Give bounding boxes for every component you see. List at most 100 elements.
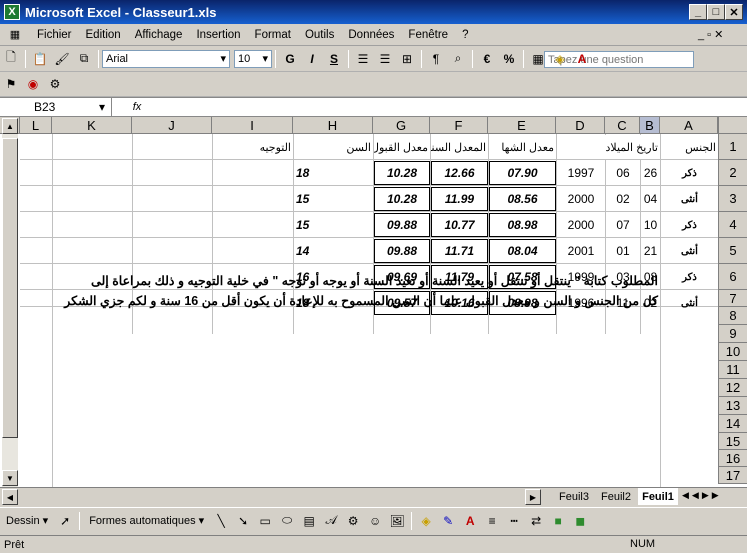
paste-icon[interactable]: 📋: [29, 49, 51, 69]
column-header-g[interactable]: G: [373, 117, 430, 134]
autoshapes-menu[interactable]: Formes automatiques ▾: [83, 514, 210, 527]
row-header-8[interactable]: 8: [718, 307, 747, 325]
menu-format[interactable]: Format: [248, 29, 298, 41]
tab-feuil2[interactable]: Feuil2: [596, 488, 636, 505]
dessin-menu[interactable]: Dessin ▾: [0, 514, 54, 527]
row-header-12[interactable]: 12: [718, 379, 747, 397]
font-size-select[interactable]: 10 ▾: [234, 49, 272, 68]
select-all-corner-right[interactable]: [718, 117, 747, 134]
row-header-10[interactable]: 10: [718, 343, 747, 361]
workbook-icon[interactable]: ▦: [0, 28, 30, 41]
menu-outils[interactable]: Outils: [298, 29, 341, 41]
picture-icon[interactable]: 🖼: [386, 511, 408, 531]
record-icon[interactable]: ◉: [22, 74, 44, 94]
font-color-icon[interactable]: A: [571, 49, 593, 69]
copy-icon[interactable]: ⧉: [73, 49, 95, 69]
column-header-e[interactable]: E: [488, 117, 556, 134]
doc-close-icons[interactable]: _ ▫ ✕: [698, 28, 723, 41]
column-header-b[interactable]: B: [640, 117, 660, 134]
rtl-icon[interactable]: ¶: [425, 49, 447, 69]
italic-button[interactable]: I: [301, 49, 323, 69]
line-icon[interactable]: ╲: [210, 511, 232, 531]
scroll-up-icon[interactable]: ▲: [2, 118, 18, 134]
format-painter-icon[interactable]: 🖌: [51, 49, 73, 69]
fx-icon[interactable]: fx: [112, 101, 162, 113]
column-header-d[interactable]: D: [556, 117, 605, 134]
row-header-14[interactable]: 14: [718, 415, 747, 433]
row-header-15[interactable]: 15: [718, 433, 747, 450]
dash-style-icon[interactable]: ┅: [503, 511, 525, 531]
menu-fenetre[interactable]: Fenêtre: [401, 29, 455, 41]
close-button[interactable]: ✕: [725, 4, 743, 20]
menu-edition[interactable]: Edition: [79, 29, 128, 41]
line-color-icon[interactable]: ✎: [437, 511, 459, 531]
row-header-13[interactable]: 13: [718, 397, 747, 415]
textbox-icon[interactable]: ▤: [298, 511, 320, 531]
name-box[interactable]: B23 ▾: [0, 98, 112, 116]
column-header-j[interactable]: J: [132, 117, 212, 134]
row-header-5[interactable]: 5: [718, 238, 747, 264]
row-header-2[interactable]: 2: [718, 160, 747, 186]
column-header-c[interactable]: C: [605, 117, 640, 134]
fill-color-icon-2[interactable]: ◈: [415, 511, 437, 531]
menu-donnees[interactable]: Données: [341, 29, 401, 41]
minimize-button[interactable]: _: [689, 4, 707, 20]
percent-button[interactable]: %: [498, 49, 520, 69]
menu-fichier[interactable]: Fichier: [30, 29, 79, 41]
row-header-1[interactable]: 1: [718, 134, 747, 160]
menu-insertion[interactable]: Insertion: [189, 29, 247, 41]
currency-button[interactable]: €: [476, 49, 498, 69]
font-color-icon-2[interactable]: A: [459, 511, 481, 531]
menu-affichage[interactable]: Affichage: [128, 29, 190, 41]
line-style-icon[interactable]: ≡: [481, 511, 503, 531]
underline-button[interactable]: S: [323, 49, 345, 69]
row-header-11[interactable]: 11: [718, 361, 747, 379]
tab-feuil3[interactable]: Feuil3: [554, 488, 594, 505]
new-icon[interactable]: 🗋: [0, 49, 22, 69]
column-header-i[interactable]: I: [212, 117, 293, 134]
hscroll-right-icon[interactable]: ▶: [525, 489, 541, 505]
hscroll-left-icon[interactable]: ◀: [2, 489, 18, 505]
vertical-scrollbar[interactable]: ▲ ▼: [2, 118, 18, 488]
select-pointer-icon[interactable]: ➚: [54, 511, 76, 531]
arrow-icon[interactable]: ➘: [232, 511, 254, 531]
arrow-style-icon[interactable]: ⇄: [525, 511, 547, 531]
3d-icon[interactable]: ◼: [569, 511, 591, 531]
scroll-thumb[interactable]: [2, 138, 18, 438]
scroll-down-icon[interactable]: ▼: [2, 470, 18, 486]
align-right-icon[interactable]: ☰: [352, 49, 374, 69]
shadow-icon[interactable]: ■: [547, 511, 569, 531]
tab-nav-icons[interactable]: ◀◀▶▶: [682, 490, 722, 501]
rectangle-icon[interactable]: ▭: [254, 511, 276, 531]
clipart-icon[interactable]: ☺: [364, 511, 386, 531]
diagram-icon[interactable]: ⚙: [342, 511, 364, 531]
merge-center-icon[interactable]: ⊞: [396, 49, 418, 69]
maximize-button[interactable]: □: [707, 4, 725, 20]
row-header-4[interactable]: 4: [718, 212, 747, 238]
fill-color-icon[interactable]: ◈: [549, 49, 571, 69]
cell-day: 21: [643, 244, 658, 258]
borders-icon[interactable]: ▦: [527, 49, 549, 69]
row-header-7[interactable]: 7: [718, 290, 747, 307]
menu-help[interactable]: ?: [455, 29, 475, 41]
find-icon[interactable]: ⌕: [447, 49, 469, 69]
column-header-h[interactable]: H: [293, 117, 373, 134]
wordart-icon[interactable]: 𝒜: [320, 511, 342, 531]
bookmark-icon[interactable]: ⚑: [0, 74, 22, 94]
row-header-17[interactable]: 17: [718, 467, 747, 484]
column-header-a[interactable]: A: [660, 117, 718, 134]
font-select[interactable]: Arial ▾: [102, 49, 230, 68]
column-header-l[interactable]: L: [20, 117, 52, 134]
tab-feuil1[interactable]: Feuil1: [638, 488, 678, 505]
row-header-16[interactable]: 16: [718, 450, 747, 467]
column-header-k[interactable]: K: [52, 117, 132, 134]
column-header-f[interactable]: F: [430, 117, 488, 134]
gear-icon[interactable]: ⚙: [44, 74, 66, 94]
row-header-9[interactable]: 9: [718, 325, 747, 343]
cell-year: 2000: [567, 192, 595, 206]
align-left-icon[interactable]: ☰: [374, 49, 396, 69]
bold-button[interactable]: G: [279, 49, 301, 69]
row-header-6[interactable]: 6: [718, 264, 747, 290]
row-header-3[interactable]: 3: [718, 186, 747, 212]
oval-icon[interactable]: ⬭: [276, 511, 298, 531]
